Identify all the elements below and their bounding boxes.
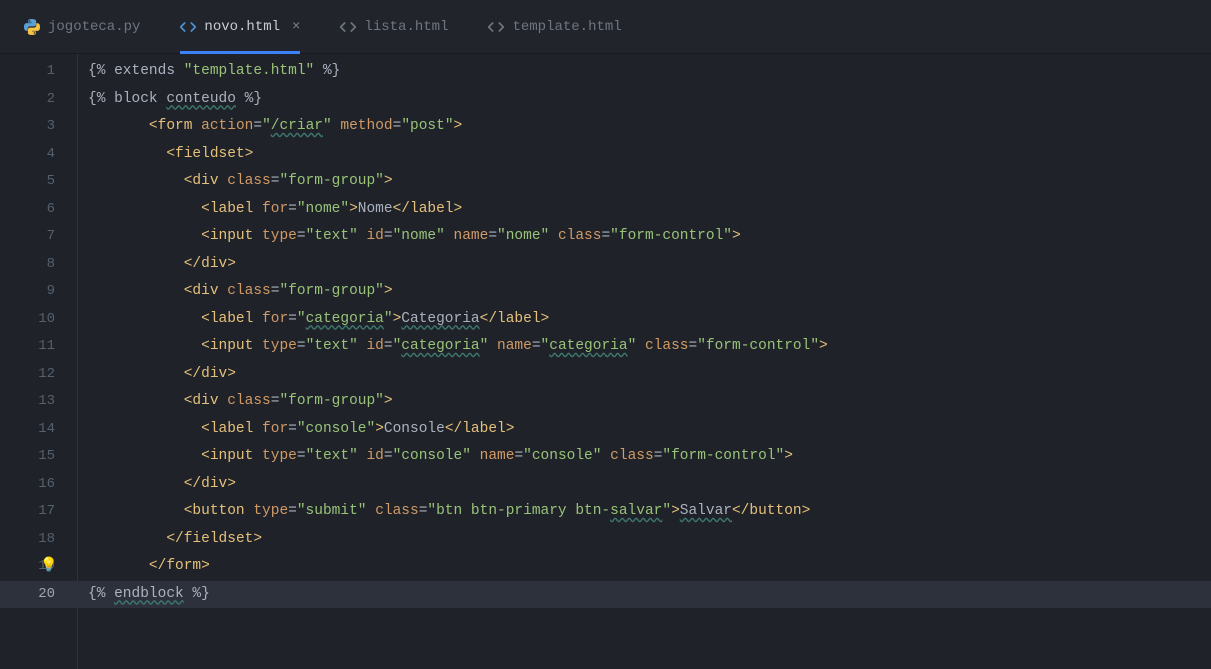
tab-label: novo.html xyxy=(204,19,280,35)
code-line[interactable]: </form> xyxy=(78,553,1211,581)
line-number[interactable]: 1 xyxy=(0,58,77,86)
tab-lista[interactable]: lista.html xyxy=(330,0,458,54)
code-area[interactable]: {% extends "template.html" %} {% block c… xyxy=(78,54,1211,669)
code-line[interactable]: <form action="/criar" method="post"> xyxy=(78,113,1211,141)
line-number[interactable]: 13 xyxy=(0,388,77,416)
line-number[interactable]: 18 xyxy=(0,526,77,554)
code-line[interactable]: <input type="text" id="nome" name="nome"… xyxy=(78,223,1211,251)
code-line[interactable]: <div class="form-group"> xyxy=(78,168,1211,196)
editor: 1 2 3 4 5 6 7 8 9 10 11 12 13 14 15 16 1… xyxy=(0,54,1211,669)
line-number[interactable]: 8 xyxy=(0,251,77,279)
line-number[interactable]: 7 xyxy=(0,223,77,251)
code-line[interactable]: <div class="form-group"> xyxy=(78,388,1211,416)
code-line[interactable]: <button type="submit" class="btn btn-pri… xyxy=(78,498,1211,526)
line-number[interactable]: 15 xyxy=(0,443,77,471)
line-number[interactable]: 11 xyxy=(0,333,77,361)
gutter: 1 2 3 4 5 6 7 8 9 10 11 12 13 14 15 16 1… xyxy=(0,54,78,669)
html-icon xyxy=(340,20,356,34)
code-line[interactable]: <input type="text" id="categoria" name="… xyxy=(78,333,1211,361)
line-number[interactable]: 3 xyxy=(0,113,77,141)
tab-label: lista.html xyxy=(364,19,448,35)
code-line[interactable]: {% block conteudo %} xyxy=(78,86,1211,114)
lightbulb-icon[interactable]: 💡 xyxy=(6,553,83,581)
code-line[interactable]: <label for="nome">Nome</label> xyxy=(78,196,1211,224)
line-number[interactable]: 14 xyxy=(0,416,77,444)
html-icon xyxy=(180,20,196,34)
tab-jogoteca[interactable]: jogoteca.py xyxy=(14,0,150,54)
line-number[interactable]: 16 xyxy=(0,471,77,499)
close-icon[interactable]: × xyxy=(292,19,300,35)
line-number[interactable]: 12 xyxy=(0,361,77,389)
line-number[interactable]: 20 xyxy=(0,581,77,609)
line-number[interactable]: 6 xyxy=(0,196,77,224)
code-line[interactable]: </fieldset> xyxy=(78,526,1211,554)
tabs-bar: jogoteca.py novo.html × lista.html templ… xyxy=(0,0,1211,54)
tab-label: jogoteca.py xyxy=(48,19,140,35)
line-number[interactable]: 4 xyxy=(0,141,77,169)
line-number[interactable]: 10 xyxy=(0,306,77,334)
line-number[interactable]: 5 xyxy=(0,168,77,196)
code-line[interactable]: <label for="categoria">Categoria</label> xyxy=(78,306,1211,334)
code-line[interactable]: {% extends "template.html" %} xyxy=(78,58,1211,86)
html-icon xyxy=(488,20,504,34)
code-line[interactable]: {% endblock %} xyxy=(78,581,1211,609)
code-line[interactable]: </div> xyxy=(78,251,1211,279)
code-line[interactable]: </div> xyxy=(78,361,1211,389)
python-icon xyxy=(24,19,40,35)
line-number[interactable]: 9 xyxy=(0,278,77,306)
line-number[interactable]: 💡19 xyxy=(0,553,77,581)
tab-label: template.html xyxy=(512,19,621,35)
code-line[interactable]: </div> xyxy=(78,471,1211,499)
code-line[interactable]: <input type="text" id="console" name="co… xyxy=(78,443,1211,471)
line-number[interactable]: 2 xyxy=(0,86,77,114)
code-line[interactable]: <label for="console">Console</label> xyxy=(78,416,1211,444)
code-line[interactable]: <fieldset> xyxy=(78,141,1211,169)
line-number[interactable]: 17 xyxy=(0,498,77,526)
tab-novo[interactable]: novo.html × xyxy=(170,0,310,54)
code-line[interactable]: <div class="form-group"> xyxy=(78,278,1211,306)
tab-template[interactable]: template.html xyxy=(478,0,631,54)
